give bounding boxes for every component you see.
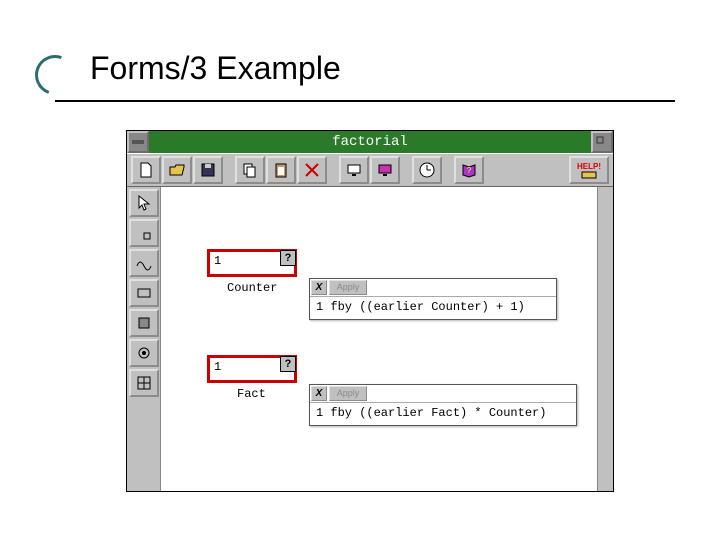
window-menu-icon (129, 133, 147, 151)
counter-label: Counter (227, 281, 277, 295)
help-label: HELP! (577, 162, 601, 171)
counter-formula-box: X Apply 1 fby ((earlier Counter) + 1) (309, 278, 557, 320)
counter-cell[interactable]: 1 ? (207, 249, 297, 277)
copy-button[interactable] (235, 156, 265, 184)
folder-icon (577, 171, 601, 179)
screen2-button[interactable] (370, 156, 400, 184)
small-box-icon (135, 224, 153, 242)
book-icon: ? (460, 161, 478, 179)
new-button[interactable] (131, 156, 161, 184)
monitor-icon (345, 161, 363, 179)
toolbar: ? HELP! (127, 153, 613, 187)
fact-cell[interactable]: 1 ? (207, 355, 297, 383)
fact-query-button[interactable]: ? (280, 356, 296, 372)
copy-icon (241, 161, 259, 179)
radio-icon (135, 344, 153, 362)
file-icon (137, 161, 155, 179)
pointer-icon (135, 194, 153, 212)
tool-5[interactable] (129, 309, 159, 337)
counter-query-button[interactable]: ? (280, 250, 296, 266)
counter-close-button[interactable]: X (311, 280, 327, 295)
cut-x-icon (303, 161, 321, 179)
clock-icon (418, 161, 436, 179)
counter-apply-button[interactable]: Apply (329, 280, 367, 295)
resize-icon (593, 133, 611, 151)
fact-apply-button[interactable]: Apply (329, 386, 367, 401)
svg-text:?: ? (467, 166, 472, 175)
tool-3[interactable] (129, 249, 159, 277)
folder-open-icon (168, 161, 186, 179)
cut-button[interactable] (297, 156, 327, 184)
screen1-button[interactable] (339, 156, 369, 184)
workspace: 1 ? Counter X Apply 1 fby ((earlier Coun… (127, 187, 613, 491)
title-underline (55, 100, 675, 102)
fact-label: Fact (237, 387, 266, 401)
tool-7[interactable] (129, 369, 159, 397)
fact-formula-text[interactable]: 1 fby ((earlier Fact) * Counter) (310, 403, 576, 426)
rect-icon (135, 284, 153, 302)
fact-value: 1 (214, 360, 221, 374)
box-icon (135, 314, 153, 332)
wave-icon (135, 254, 153, 272)
save-button[interactable] (193, 156, 223, 184)
window-title: factorial (149, 131, 591, 153)
paste-icon (272, 161, 290, 179)
counter-formula-text[interactable]: 1 fby ((earlier Counter) + 1) (310, 297, 556, 320)
canvas[interactable]: 1 ? Counter X Apply 1 fby ((earlier Coun… (161, 187, 597, 491)
tool-4[interactable] (129, 279, 159, 307)
vertical-scrollbar[interactable] (597, 187, 613, 491)
fact-formula-box: X Apply 1 fby ((earlier Fact) * Counter) (309, 384, 577, 426)
monitor-color-icon (376, 161, 394, 179)
resize-button[interactable] (591, 131, 613, 153)
help-book-button[interactable]: ? (454, 156, 484, 184)
slide-title: Forms/3 Example (90, 50, 341, 87)
paste-button[interactable] (266, 156, 296, 184)
app-window: factorial ? HELP! (126, 130, 614, 492)
bullet-decoration (28, 48, 81, 101)
window-menu-button[interactable] (127, 131, 149, 153)
pointer-tool[interactable] (129, 189, 159, 217)
help-button[interactable]: HELP! (569, 156, 609, 184)
counter-value: 1 (214, 254, 221, 268)
fact-close-button[interactable]: X (311, 386, 327, 401)
table-icon (135, 374, 153, 392)
tool-palette (127, 187, 161, 491)
open-button[interactable] (162, 156, 192, 184)
disk-icon (199, 161, 217, 179)
tool-2[interactable] (129, 219, 159, 247)
clock-button[interactable] (412, 156, 442, 184)
tool-6[interactable] (129, 339, 159, 367)
titlebar: factorial (127, 131, 613, 153)
